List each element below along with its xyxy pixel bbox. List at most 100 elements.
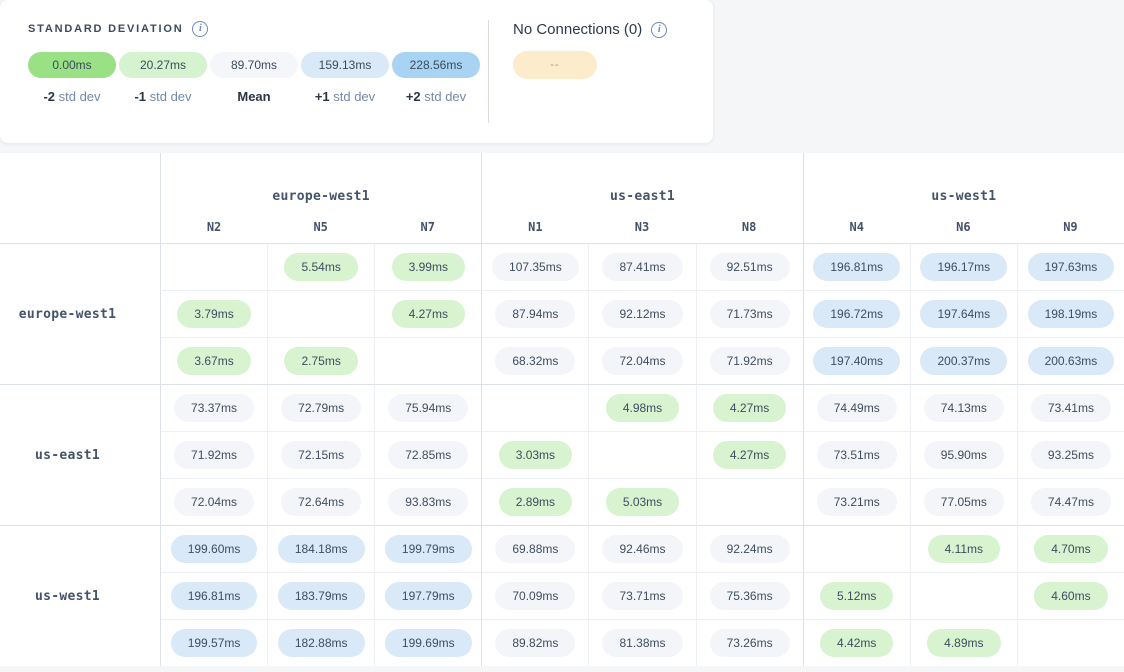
latency-pill-N3-N4[interactable]: 73.51ms (817, 441, 897, 469)
latency-pill-N1-N6[interactable]: 74.13ms (924, 394, 1004, 422)
latency-pill-N1-N7[interactable]: 75.94ms (388, 394, 468, 422)
cell-N5-N7: 4.27ms (374, 290, 481, 337)
cell-N5-N5 (267, 290, 374, 337)
latency-pill-N1-N4[interactable]: 74.49ms (817, 394, 897, 422)
cell-N6-N5: 183.79ms (267, 572, 374, 619)
latency-pill-N2-N1[interactable]: 107.35ms (492, 253, 579, 281)
col-node-header-N8: N8 (696, 210, 803, 243)
latency-pill-N3-N8[interactable]: 4.27ms (713, 441, 786, 469)
latency-pill-N1-N5[interactable]: 72.79ms (281, 394, 361, 422)
no-connections-legend: No Connections (0) i -- (489, 0, 667, 143)
latency-pill-N8-N2[interactable]: 72.04ms (174, 488, 254, 516)
cell-N6-N8: 75.36ms (696, 572, 803, 619)
cell-N4-N1: 69.88ms (481, 525, 588, 572)
latency-pill-N3-N6[interactable]: 95.90ms (924, 441, 1004, 469)
cell-N9-N2: 199.57ms (160, 619, 267, 666)
latency-pill-N3-N7[interactable]: 72.85ms (388, 441, 468, 469)
latency-pill-N2-N4[interactable]: 196.81ms (813, 253, 900, 281)
latency-pill-N4-N3[interactable]: 92.46ms (602, 535, 682, 563)
col-node-header-N3: N3 (588, 210, 695, 243)
latency-pill-N9-N3[interactable]: 81.38ms (602, 629, 682, 657)
latency-pill-N8-N9[interactable]: 74.47ms (1031, 488, 1111, 516)
latency-pill-N7-N6[interactable]: 200.37ms (920, 347, 1007, 375)
latency-pill-N4-N7[interactable]: 199.79ms (385, 535, 472, 563)
latency-pill-N8-N5[interactable]: 72.64ms (281, 488, 361, 516)
latency-pill-N7-N3[interactable]: 72.04ms (602, 347, 682, 375)
latency-pill-N4-N5[interactable]: 184.18ms (278, 535, 365, 563)
latency-pill-N4-N6[interactable]: 4.11ms (928, 535, 1000, 563)
latency-pill-N1-N9[interactable]: 73.41ms (1031, 394, 1111, 422)
latency-pill-N6-N3[interactable]: 73.71ms (602, 582, 682, 610)
latency-pill-N5-N8[interactable]: 71.73ms (710, 300, 790, 328)
latency-pill-N9-N6[interactable]: 4.89ms (927, 629, 1000, 657)
latency-pill-N1-N8[interactable]: 4.27ms (713, 394, 786, 422)
latency-pill-N7-N4[interactable]: 197.40ms (813, 347, 900, 375)
latency-pill-N8-N3[interactable]: 5.03ms (606, 488, 679, 516)
latency-pill-N8-N6[interactable]: 77.05ms (924, 488, 1004, 516)
cell-N3-N5: 72.15ms (267, 431, 374, 478)
latency-pill-N8-N4[interactable]: 73.21ms (817, 488, 897, 516)
row-node-header-N1 (125, 384, 160, 431)
latency-pill-N6-N1[interactable]: 70.09ms (495, 582, 575, 610)
latency-pill-N9-N8[interactable]: 73.26ms (710, 629, 790, 657)
latency-pill-N8-N1[interactable]: 2.89ms (499, 488, 572, 516)
latency-pill-N2-N6[interactable]: 196.17ms (920, 253, 1007, 281)
latency-pill-N2-N5[interactable]: 5.54ms (284, 253, 357, 281)
cell-N3-N6: 95.90ms (910, 431, 1017, 478)
legend-label-0: -2 std dev (28, 89, 116, 104)
latency-pill-N4-N8[interactable]: 92.24ms (710, 535, 790, 563)
latency-pill-N7-N9[interactable]: 200.63ms (1028, 347, 1115, 375)
latency-pill-N9-N1[interactable]: 89.82ms (495, 629, 575, 657)
cell-N1-N7: 75.94ms (374, 384, 481, 431)
latency-pill-N3-N1[interactable]: 3.03ms (499, 441, 572, 469)
latency-pill-N9-N5[interactable]: 182.88ms (278, 629, 365, 657)
latency-pill-N3-N5[interactable]: 72.15ms (281, 441, 361, 469)
row-node-header-N3 (125, 431, 160, 478)
cell-N2-N2 (160, 243, 267, 290)
latency-pill-N7-N5[interactable]: 2.75ms (284, 347, 357, 375)
latency-pill-N1-N3[interactable]: 4.98ms (606, 394, 679, 422)
latency-pill-N7-N2[interactable]: 3.67ms (177, 347, 250, 375)
cell-N6-N1: 70.09ms (481, 572, 588, 619)
latency-pill-N1-N2[interactable]: 73.37ms (174, 394, 254, 422)
stddev-info-icon[interactable]: i (192, 21, 208, 37)
latency-pill-N5-N2[interactable]: 3.79ms (177, 300, 250, 328)
latency-pill-N5-N9[interactable]: 198.19ms (1028, 300, 1115, 328)
no-connections-info-icon[interactable]: i (651, 22, 667, 38)
row-node-header-N2 (125, 243, 160, 290)
row-region-header-us-east1: us-east1 (0, 384, 125, 525)
latency-pill-N5-N7[interactable]: 4.27ms (392, 300, 465, 328)
cell-N7-N9: 200.63ms (1017, 337, 1124, 384)
latency-pill-N9-N4[interactable]: 4.42ms (820, 629, 893, 657)
latency-matrix: europe-west1N2N5N7us-east1N1N3N8us-west1… (0, 153, 1124, 666)
latency-pill-N7-N8[interactable]: 71.92ms (710, 347, 790, 375)
latency-pill-N5-N3[interactable]: 92.12ms (602, 300, 682, 328)
latency-pill-N2-N3[interactable]: 87.41ms (602, 253, 682, 281)
latency-pill-N6-N5[interactable]: 183.79ms (278, 582, 365, 610)
latency-pill-N3-N2[interactable]: 71.92ms (174, 441, 254, 469)
col-node-header-N9: N9 (1017, 210, 1124, 243)
latency-pill-N6-N8[interactable]: 75.36ms (710, 582, 790, 610)
latency-pill-N6-N9[interactable]: 4.60ms (1034, 582, 1107, 610)
latency-pill-N9-N7[interactable]: 199.69ms (385, 629, 472, 657)
latency-pill-N2-N8[interactable]: 92.51ms (710, 253, 790, 281)
latency-pill-N3-N9[interactable]: 93.25ms (1031, 441, 1111, 469)
latency-pill-N4-N2[interactable]: 199.60ms (171, 535, 258, 563)
latency-pill-N5-N6[interactable]: 197.64ms (920, 300, 1007, 328)
stddev-scale: 0.00ms20.27ms89.70ms159.13ms228.56ms (28, 52, 480, 78)
latency-pill-N7-N1[interactable]: 68.32ms (495, 347, 575, 375)
latency-pill-N9-N2[interactable]: 199.57ms (171, 629, 258, 657)
latency-pill-N2-N9[interactable]: 197.63ms (1028, 253, 1115, 281)
latency-pill-N6-N2[interactable]: 196.81ms (171, 582, 258, 610)
latency-pill-N5-N4[interactable]: 196.72ms (813, 300, 900, 328)
latency-pill-N4-N9[interactable]: 4.70ms (1034, 535, 1107, 563)
cell-N8-N6: 77.05ms (910, 478, 1017, 525)
latency-pill-N6-N7[interactable]: 197.79ms (385, 582, 472, 610)
latency-pill-N2-N7[interactable]: 3.99ms (392, 253, 465, 281)
cell-N2-N3: 87.41ms (588, 243, 695, 290)
latency-pill-N6-N4[interactable]: 5.12ms (820, 582, 893, 610)
latency-pill-N8-N7[interactable]: 93.83ms (388, 488, 468, 516)
cell-N5-N3: 92.12ms (588, 290, 695, 337)
latency-pill-N5-N1[interactable]: 87.94ms (495, 300, 575, 328)
latency-pill-N4-N1[interactable]: 69.88ms (495, 535, 575, 563)
